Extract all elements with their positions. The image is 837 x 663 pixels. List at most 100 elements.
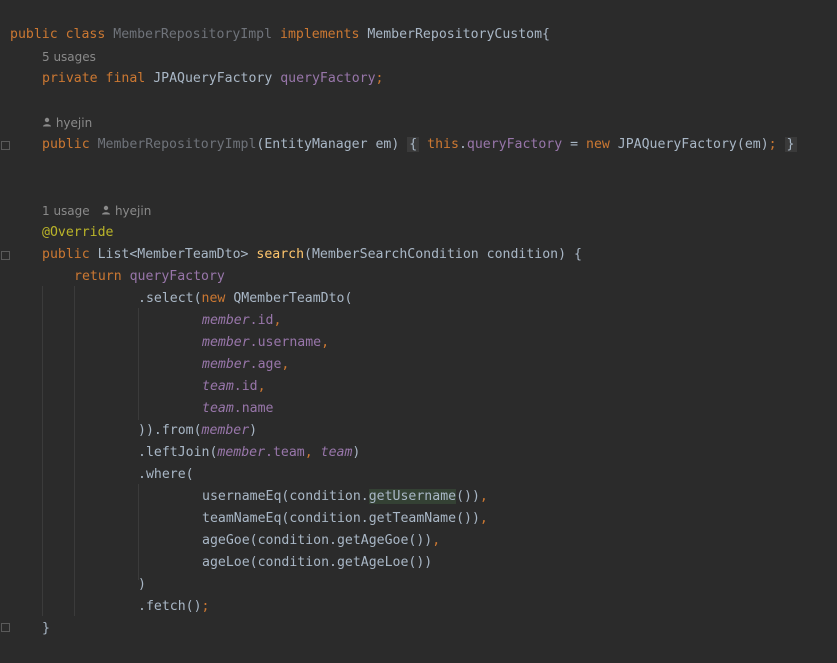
code-line-close-paren[interactable]: ) — [138, 574, 146, 596]
call: usernameEq(condition. — [202, 489, 369, 504]
person-icon — [42, 113, 52, 133]
annotation: @Override — [42, 225, 114, 240]
keyword: implements — [280, 27, 360, 42]
method-name: search — [256, 247, 305, 262]
code-line-arg[interactable]: member.id, — [202, 310, 281, 332]
static-field: team — [202, 379, 234, 394]
interface-name: MemberRepositoryCustom — [367, 27, 543, 42]
code-line-constructor[interactable]: public MemberRepositoryImpl(EntityManage… — [42, 134, 797, 156]
dot: . — [458, 137, 467, 152]
code-line-select[interactable]: .select(new QMemberTeamDto( — [138, 288, 352, 310]
property: .name — [233, 401, 274, 416]
semicolon: ; — [201, 599, 210, 614]
code-line-condition[interactable]: ageLoe(condition.getAgeLoe()) — [202, 552, 432, 574]
static-field: team — [320, 445, 353, 460]
paren: ) — [352, 445, 361, 460]
call: )).from( — [138, 423, 202, 438]
keyword: public — [42, 247, 90, 262]
return-type: List<MemberTeamDto> — [97, 247, 249, 262]
code-line-return[interactable]: return queryFactory — [74, 266, 225, 288]
semicolon: ; — [375, 71, 384, 86]
brace-open: { — [407, 137, 420, 152]
code-line-close-brace[interactable]: } — [42, 618, 50, 640]
static-field: team — [202, 401, 234, 416]
keyword: public — [10, 27, 58, 42]
code-line-condition[interactable]: teamNameEq(condition.getTeamName()), — [202, 508, 488, 530]
code-line-annotation[interactable]: @Override — [42, 222, 113, 244]
code-line-from[interactable]: )).from(member) — [138, 420, 257, 442]
call: .where( — [138, 467, 194, 482]
static-field: member — [202, 313, 250, 328]
indent-guide — [138, 484, 139, 580]
semicolon: ; — [768, 137, 777, 152]
constructor-call: JPAQueryFactory(em) — [617, 137, 769, 152]
property: .id — [233, 379, 258, 394]
assign: = — [562, 137, 586, 152]
keyword: public — [42, 137, 90, 152]
keyword: final — [105, 71, 146, 86]
field-name: queryFactory — [280, 71, 376, 86]
property: .id — [249, 313, 274, 328]
usages-hint[interactable]: 5 usages — [42, 47, 96, 67]
property: .team — [265, 445, 305, 460]
usages-count: 5 usages — [42, 50, 96, 64]
call: teamNameEq(condition.getTeamName()) — [202, 511, 480, 526]
params: (EntityManager em) — [256, 137, 400, 152]
call: ()) — [456, 489, 480, 504]
type-name: JPAQueryFactory — [153, 71, 273, 86]
class-name: MemberRepositoryImpl — [113, 27, 273, 42]
code-line-arg[interactable]: member.username, — [202, 332, 329, 354]
code-line-field[interactable]: private final JPAQueryFactory queryFacto… — [42, 68, 383, 90]
code-line-condition[interactable]: ageGoe(condition.getAgeGoe()), — [202, 530, 440, 552]
author-name: hyejin — [55, 116, 93, 130]
call: ageGoe(condition.getAgeGoe()) — [202, 533, 433, 548]
highlighted-method: getUsername — [368, 489, 457, 504]
author-hint[interactable]: hyejin — [42, 113, 92, 133]
author-name: hyejin — [114, 204, 152, 218]
field-name: queryFactory — [466, 137, 563, 152]
code-line-fetch[interactable]: .fetch(); — [138, 596, 209, 618]
indent-guide — [138, 308, 139, 420]
code-line-where[interactable]: .where( — [138, 464, 194, 486]
keyword: new — [201, 291, 226, 306]
field-name: queryFactory — [129, 269, 225, 284]
fold-marker-icon[interactable] — [1, 141, 10, 150]
static-field: member — [201, 423, 250, 438]
comma: , — [273, 313, 282, 328]
code-line-leftjoin[interactable]: .leftJoin(member.team, team) — [138, 442, 360, 464]
brace: { — [542, 27, 550, 42]
indent-guide — [42, 286, 43, 616]
person-icon — [101, 201, 111, 221]
keyword: class — [65, 27, 106, 42]
call: .leftJoin( — [138, 445, 218, 460]
fold-marker-icon[interactable] — [1, 251, 10, 260]
comma: , — [479, 489, 488, 504]
code-line-class-decl[interactable]: public class MemberRepositoryImpl implem… — [10, 2, 550, 42]
call: .select( — [138, 291, 202, 306]
params: (MemberSearchCondition condition) { — [304, 247, 582, 262]
usages-author-hint[interactable]: 1 usage hyejin — [42, 201, 151, 221]
call: QMemberTeamDto( — [233, 291, 353, 306]
code-line-arg[interactable]: team.name — [202, 398, 273, 420]
keyword: this — [427, 137, 459, 152]
code-line-method-decl[interactable]: public List<MemberTeamDto> search(Member… — [42, 244, 582, 266]
static-field: member — [202, 335, 250, 350]
paren: ) — [249, 423, 258, 438]
comma: , — [432, 533, 441, 548]
fold-marker-icon[interactable] — [1, 623, 10, 632]
keyword: new — [586, 137, 610, 152]
constructor-name: MemberRepositoryImpl — [97, 137, 257, 152]
usages-count: 1 usage — [42, 204, 90, 218]
call: .fetch() — [138, 599, 202, 614]
brace: } — [42, 621, 50, 636]
brace-close: } — [784, 137, 797, 152]
code-line-condition[interactable]: usernameEq(condition.getUsername()), — [202, 486, 488, 508]
comma: , — [479, 511, 488, 526]
property: .age — [249, 357, 282, 372]
comma: , — [321, 335, 330, 350]
property: .username — [249, 335, 322, 350]
indent-guide — [74, 286, 75, 616]
code-line-arg[interactable]: member.age, — [202, 354, 289, 376]
code-line-arg[interactable]: team.id, — [202, 376, 266, 398]
comma: , — [281, 357, 290, 372]
